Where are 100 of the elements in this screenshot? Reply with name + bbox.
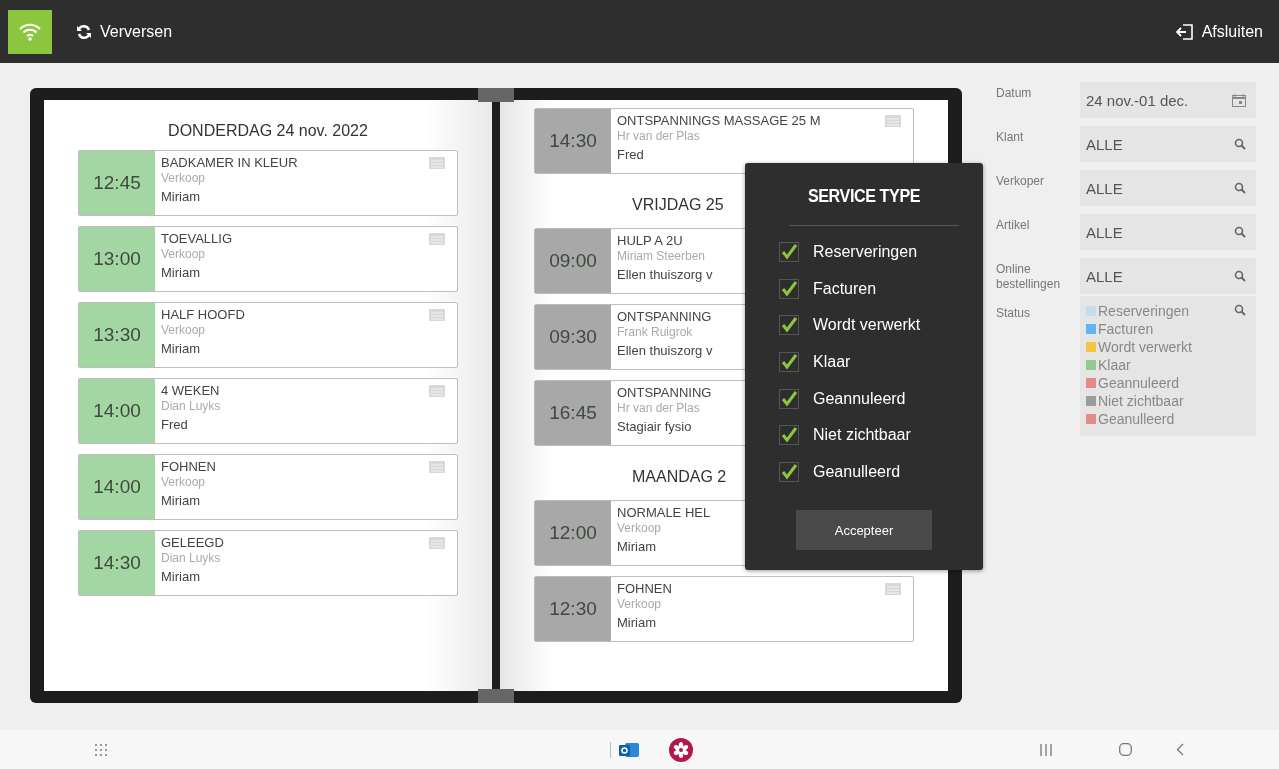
appointment-time: 14:00 — [79, 379, 155, 443]
appointment-time: 14:30 — [79, 531, 155, 595]
appointment-time: 13:00 — [79, 227, 155, 291]
status-label: Geanulleerd — [1098, 410, 1175, 428]
apps-grid-icon[interactable] — [95, 743, 107, 756]
back-icon[interactable] — [1176, 743, 1184, 756]
appointment-title: ONTSPANNING — [617, 308, 713, 325]
checkbox[interactable] — [779, 388, 799, 409]
popup-title: SERVICE TYPE — [807, 185, 921, 207]
appointment-title: BADKAMER IN KLEUR — [161, 154, 298, 171]
search-icon[interactable] — [1234, 226, 1246, 238]
wifi-icon — [18, 21, 42, 42]
appointment-time: 14:00 — [79, 455, 155, 519]
appointment-title: HALF HOOFD — [161, 306, 245, 323]
mail-app-icon[interactable] — [619, 740, 639, 759]
search-icon[interactable] — [1234, 138, 1246, 150]
appointment-card[interactable]: 14:00 4 WEKEN Dian Luyks Fred — [78, 378, 458, 444]
appointment-person: Fred — [161, 416, 189, 433]
day-heading: DONDERDAG 24 nov. 2022 — [168, 121, 368, 140]
exit-icon — [1175, 22, 1194, 41]
appointment-person: Miriam — [617, 614, 657, 631]
refresh-icon — [76, 23, 92, 40]
calendar-icon[interactable] — [1232, 93, 1246, 107]
filter-label: Klant — [996, 129, 1025, 146]
appointment-time: 12:30 — [535, 577, 611, 641]
appointment-person: Stagiair fysio — [617, 418, 693, 435]
appointment-time: 16:45 — [535, 381, 611, 445]
appointment-title: FOHNEN — [617, 580, 672, 597]
appointment-person: Miriam — [617, 538, 657, 555]
appointment-card[interactable]: 14:30 ONTSPANNINGS MASSAGE 25 M Hr van der Plas Fred — [534, 108, 914, 174]
appointment-card[interactable]: 13:30 HALF HOOFD Verkoop Miriam — [78, 302, 458, 368]
flower-app-icon[interactable] — [669, 737, 693, 762]
spine-clip — [478, 689, 514, 703]
appointment-subtitle: Frank Ruigrok — [617, 325, 694, 340]
appointment-person: Fred — [617, 146, 645, 163]
appointment-subtitle: Verkoop — [161, 323, 207, 338]
filter-field[interactable]: 24 nov.-01 dec. — [1080, 82, 1256, 118]
spine-clip — [478, 88, 514, 102]
status-label: Facturen — [1098, 320, 1154, 338]
appointment-title: ONTSPANNINGS MASSAGE 25 M — [617, 112, 821, 129]
appointment-subtitle: Verkoop — [161, 247, 207, 262]
filter-label: Online bestellingen — [996, 261, 1062, 293]
search-icon[interactable] — [1234, 270, 1246, 282]
appointment-card[interactable]: 13:00 TOEVALLIG Verkoop Miriam — [78, 226, 458, 292]
appointment-time: 09:00 — [535, 229, 611, 293]
appointment-card[interactable]: 14:00 FOHNEN Verkoop Miriam — [78, 454, 458, 520]
appointment-subtitle: Dian Luyks — [161, 551, 222, 566]
status-label: Wordt verwerkt — [1098, 338, 1192, 356]
appointment-subtitle: Verkoop — [617, 521, 663, 536]
filter-field[interactable]: ALLE — [1080, 258, 1256, 294]
search-icon[interactable] — [1234, 304, 1246, 316]
checkbox[interactable] — [779, 315, 799, 336]
status-label: Niet zichtbaar — [1098, 392, 1184, 410]
appointment-time: 12:45 — [79, 151, 155, 215]
filter-field[interactable]: ALLE — [1080, 170, 1256, 206]
appointment-person: Miriam — [161, 188, 201, 205]
appointment-title: TOEVALLIG — [161, 230, 233, 247]
appointment-subtitle: Hr van der Plas — [617, 401, 701, 416]
checkbox[interactable] — [779, 425, 799, 446]
appointment-card[interactable]: 12:45 BADKAMER IN KLEUR Verkoop Miriam — [78, 150, 458, 216]
filter-label: Datum — [996, 85, 1033, 102]
appointment-title: NORMALE HEL — [617, 504, 711, 521]
checkbox[interactable] — [779, 352, 799, 373]
refresh-button[interactable]: Verversen — [70, 18, 179, 45]
recent-apps-icon[interactable] — [1040, 743, 1052, 756]
appointment-time: 13:30 — [79, 303, 155, 367]
filter-label: Artikel — [996, 217, 1031, 234]
appointment-person: Miriam — [161, 568, 201, 585]
checkbox[interactable] — [779, 278, 799, 299]
appointment-subtitle: Verkoop — [161, 171, 207, 186]
appointment-title: GELEEGD — [161, 534, 224, 551]
service-type-option[interactable]: Geanulleerd — [779, 453, 921, 491]
home-icon[interactable] — [1119, 743, 1132, 756]
appointment-person: Ellen thuiszorg v — [617, 342, 713, 359]
day-heading: VRIJDAG 25 — [632, 195, 724, 215]
appointment-card[interactable]: 12:30 FOHNEN Verkoop Miriam — [534, 576, 914, 642]
checkbox[interactable] — [779, 461, 799, 482]
appointment-time: 14:30 — [535, 109, 611, 173]
appointment-time: 09:30 — [535, 305, 611, 369]
status-label: Klaar — [1098, 356, 1131, 374]
status-label: Reserveringen — [1098, 302, 1190, 320]
appointment-title: ONTSPANNING — [617, 384, 712, 401]
filter-field[interactable]: ALLE — [1080, 214, 1256, 250]
wifi-button[interactable] — [8, 9, 52, 54]
exit-button[interactable]: Afsluiten — [1169, 18, 1269, 45]
appointment-person: Miriam — [161, 492, 201, 509]
day-heading: MAANDAG 2 — [632, 467, 727, 487]
appointment-title: HULP A 2U — [617, 232, 684, 249]
appointment-card[interactable]: 14:30 GELEEGD Dian Luyks Miriam — [78, 530, 458, 596]
search-icon[interactable] — [1234, 182, 1246, 194]
accept-button[interactable]: Accepteer — [796, 510, 932, 551]
appointment-subtitle: Verkoop — [617, 597, 663, 612]
appointment-subtitle: Miriam Steerben — [617, 249, 707, 264]
filter-field[interactable]: ALLE — [1080, 126, 1256, 162]
appointment-person: Miriam — [161, 264, 201, 281]
checkbox[interactable] — [779, 242, 799, 263]
filter-label: Verkoper — [996, 173, 1046, 190]
appointment-title: FOHNEN — [161, 458, 216, 475]
appointment-time: 12:00 — [535, 501, 611, 565]
appointment-person: Miriam — [161, 340, 201, 357]
